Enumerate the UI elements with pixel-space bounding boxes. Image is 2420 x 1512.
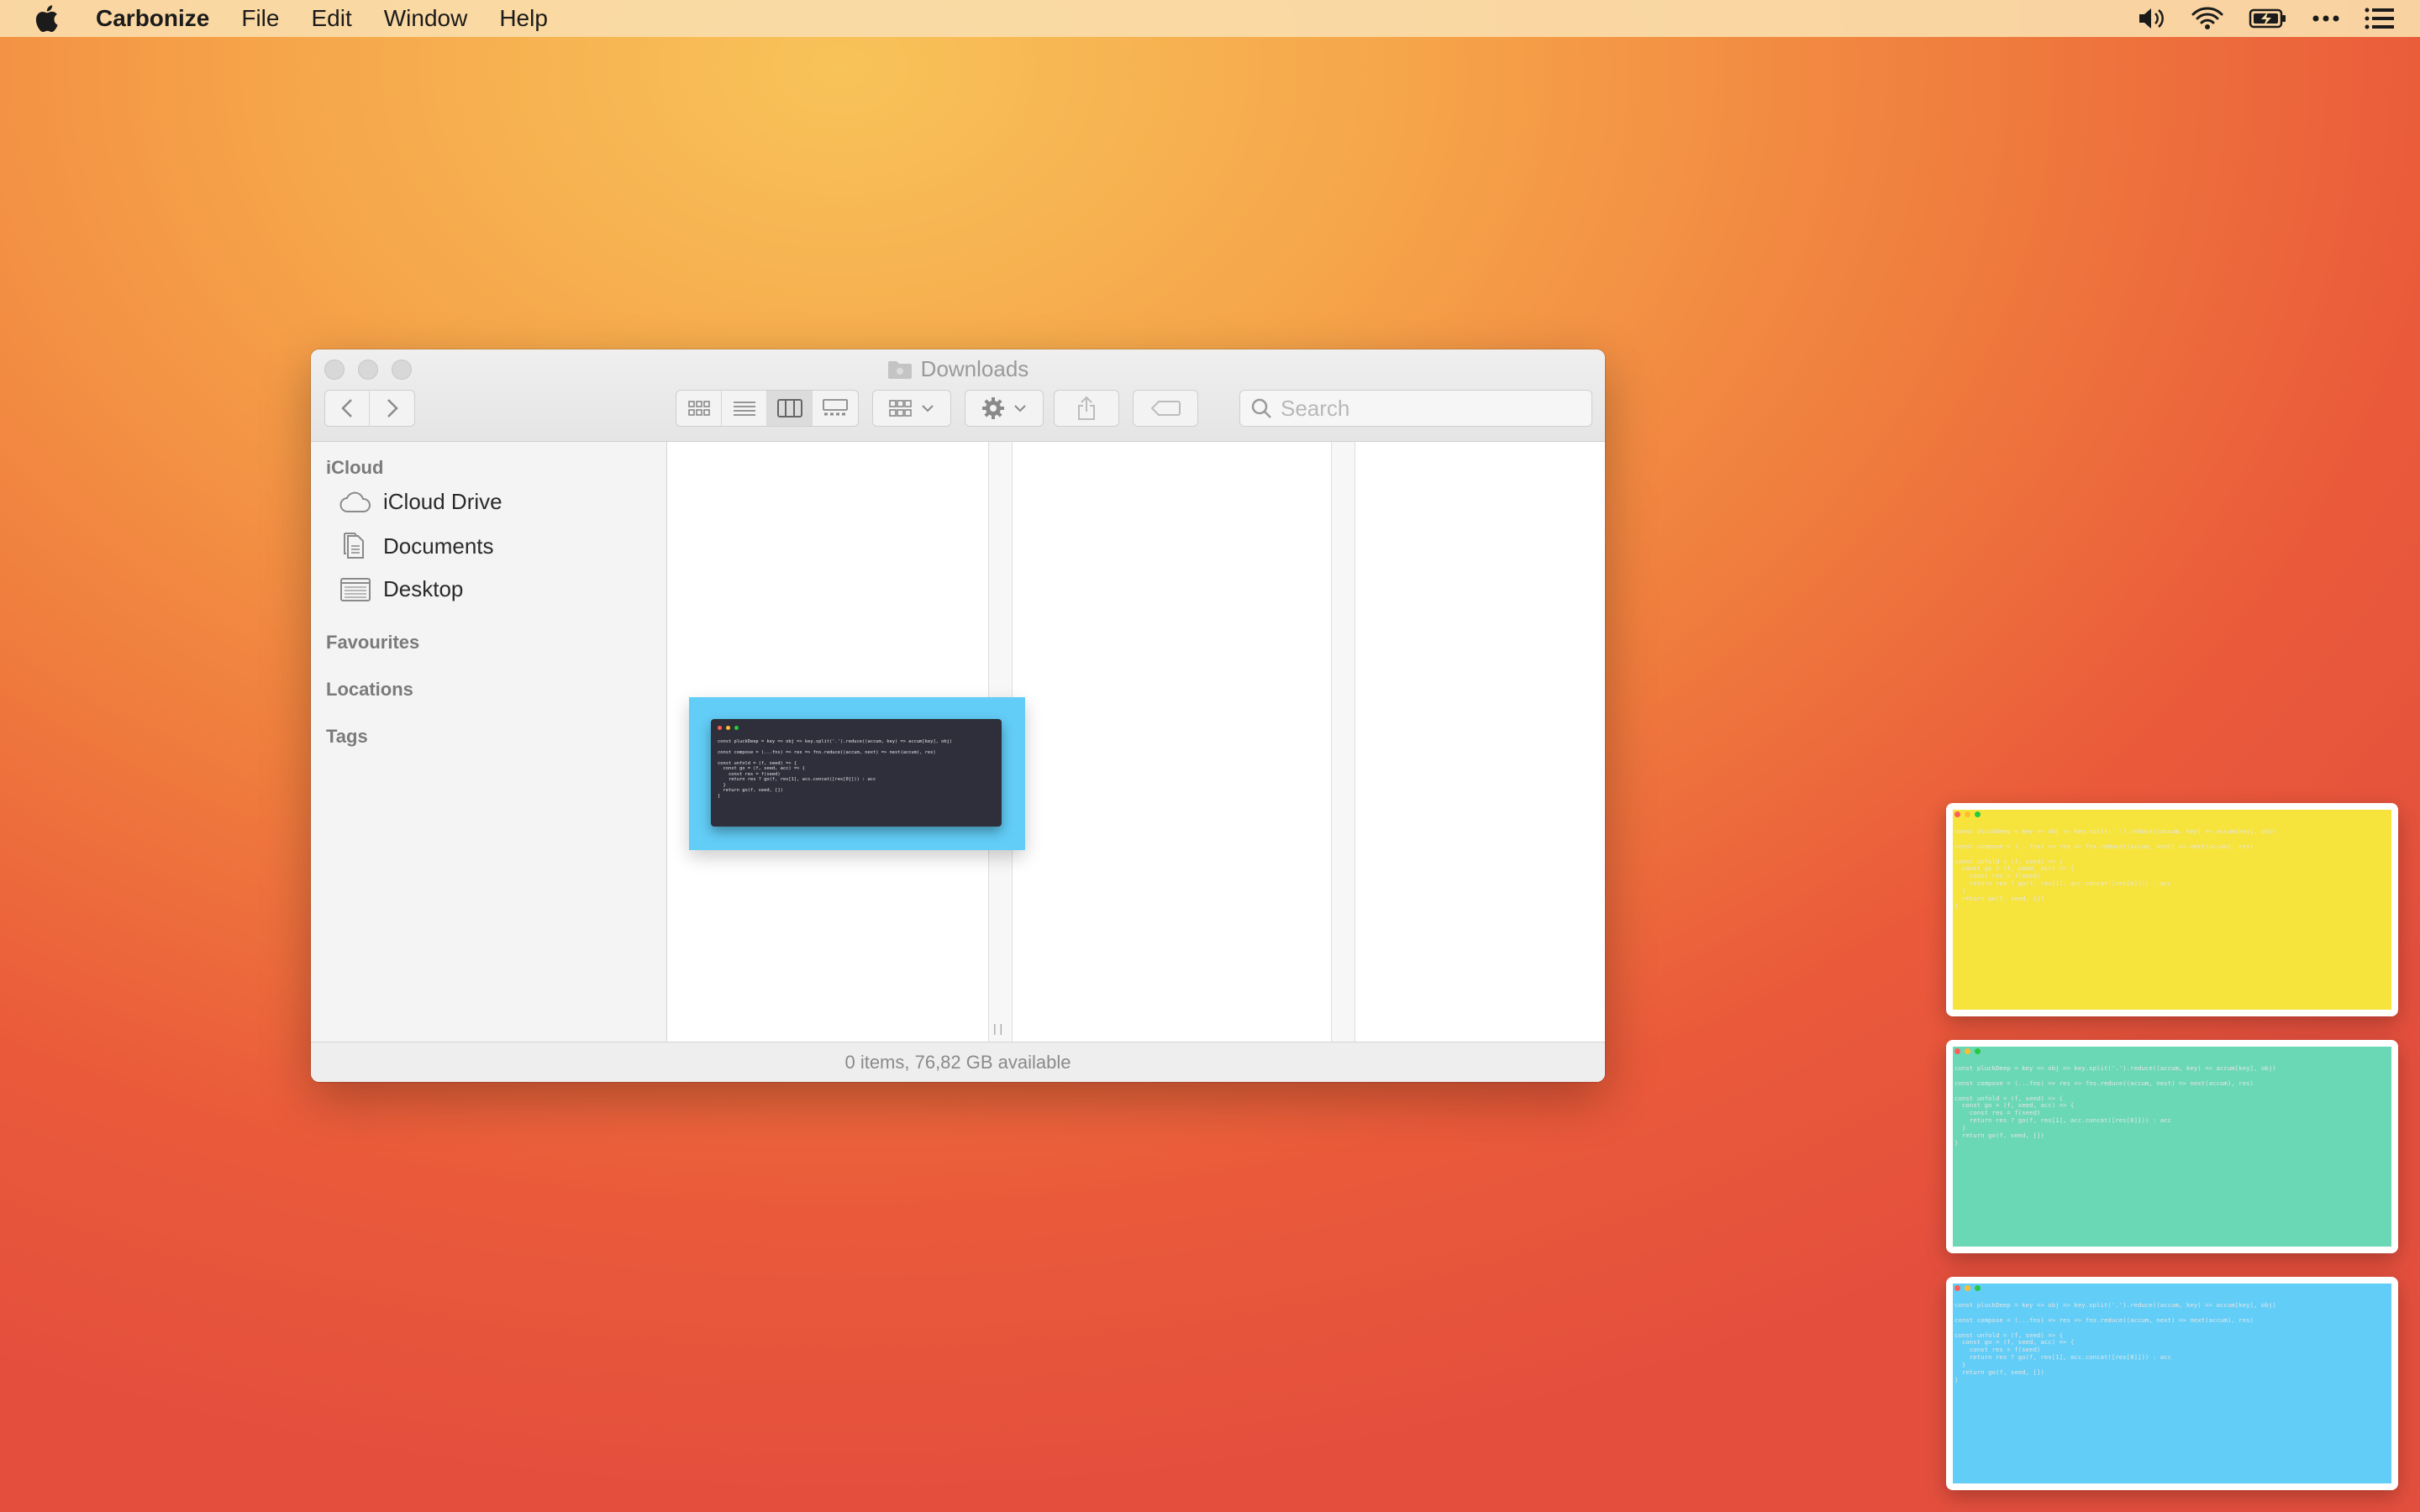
screenshot-thumbnail-yellow[interactable]: const pluckDeep = key => obj => key.spli… (1946, 803, 2398, 1016)
screenshot-thumbnail-blue[interactable]: const pluckDeep = key => obj => key.spli… (1946, 1277, 2398, 1490)
action-button[interactable] (965, 390, 1044, 427)
sidebar-header-favourites[interactable]: Favourites (326, 632, 419, 654)
menu-help[interactable]: Help (499, 5, 548, 32)
sidebar: iCloud iCloud Drive Documents Desktop Fa… (311, 442, 667, 1042)
more-icon[interactable] (2312, 14, 2339, 23)
column-divider (1331, 442, 1355, 1042)
search-input[interactable] (1281, 395, 1566, 422)
sidebar-item-desktop[interactable]: Desktop (339, 576, 463, 602)
screenshot-thumbnail-green[interactable]: const pluckDeep = key => obj => key.spli… (1946, 1040, 2398, 1253)
gallery-view-button[interactable] (813, 391, 858, 426)
menu-bar: Carbonize File Edit Window Help (0, 0, 2420, 37)
column-separator (1331, 442, 1332, 1042)
cloud-icon (339, 491, 371, 512)
sidebar-item-label: iCloud Drive (383, 489, 502, 514)
sidebar-header-icloud: iCloud (326, 457, 384, 478)
sidebar-item-label: Desktop (383, 576, 464, 601)
chevron-left-icon (341, 399, 352, 417)
status-text: 0 items, 76,82 GB available (844, 1051, 1071, 1073)
window-title-text: Downloads (920, 356, 1029, 381)
search-icon (1251, 398, 1271, 418)
share-icon (1078, 396, 1095, 420)
gear-icon (982, 397, 1004, 419)
search-field[interactable] (1239, 390, 1592, 427)
code-snippet: const pluckDeep = key => obj => key.spli… (1954, 827, 2276, 910)
view-mode-control (676, 390, 859, 427)
folder-icon (887, 360, 912, 379)
gallery-icon (823, 399, 848, 416)
menu-file[interactable]: File (241, 5, 279, 32)
sidebar-item-icloud-drive[interactable]: iCloud Drive (339, 489, 502, 515)
wifi-icon[interactable] (2191, 6, 2223, 31)
tag-button[interactable] (1133, 390, 1198, 427)
code-card: const pluckDeep = key => obj => key.spli… (711, 719, 1002, 827)
sidebar-item-documents[interactable]: Documents (339, 533, 494, 559)
chevron-down-icon (1014, 405, 1026, 412)
window-dots (1954, 811, 1981, 817)
apple-icon[interactable] (34, 4, 59, 33)
code-snippet: const pluckDeep = key => obj => key.spli… (1954, 1301, 2276, 1383)
tag-icon (1150, 401, 1181, 416)
chevron-right-icon (387, 399, 398, 417)
code-snippet: const pluckDeep = key => obj => key.spli… (1954, 1064, 2276, 1147)
code-snippet: const pluckDeep = key => obj => key.spli… (718, 739, 953, 799)
forward-button[interactable] (370, 391, 414, 426)
group-by-button[interactable] (872, 390, 951, 427)
list-icon (733, 402, 755, 416)
menu-edit[interactable]: Edit (311, 5, 351, 32)
dragged-image-thumbnail[interactable]: const pluckDeep = key => obj => key.spli… (689, 697, 1025, 850)
window-title: Downloads (311, 356, 1605, 382)
menu-window[interactable]: Window (384, 5, 468, 32)
battery-icon[interactable] (2249, 8, 2287, 29)
volume-icon[interactable] (2138, 6, 2166, 31)
nav-buttons (324, 390, 415, 427)
columns-icon (776, 399, 802, 417)
list-view-button[interactable] (722, 391, 767, 426)
icon-view-button[interactable] (676, 391, 722, 426)
column-view-button[interactable] (767, 391, 813, 426)
grid-icon (687, 401, 710, 416)
sidebar-item-label: Documents (383, 533, 494, 559)
group-grid-icon (889, 400, 912, 417)
menu-app-name[interactable]: Carbonize (96, 5, 209, 32)
title-bar: Downloads (311, 349, 1605, 442)
back-button[interactable] (325, 391, 371, 426)
chevron-down-icon (922, 405, 934, 412)
window-dots (718, 726, 739, 730)
window-dots (1954, 1048, 1981, 1054)
column-resize-handle[interactable]: | | (993, 1021, 1002, 1035)
desktop-icon (340, 577, 371, 601)
notification-center-icon[interactable] (2365, 7, 2395, 30)
sidebar-header-locations[interactable]: Locations (326, 679, 413, 701)
sidebar-header-tags[interactable]: Tags (326, 726, 368, 748)
share-button[interactable] (1054, 390, 1119, 427)
window-dots (1954, 1285, 1981, 1291)
status-bar: 0 items, 76,82 GB available (311, 1042, 1605, 1082)
documents-icon (344, 533, 364, 559)
